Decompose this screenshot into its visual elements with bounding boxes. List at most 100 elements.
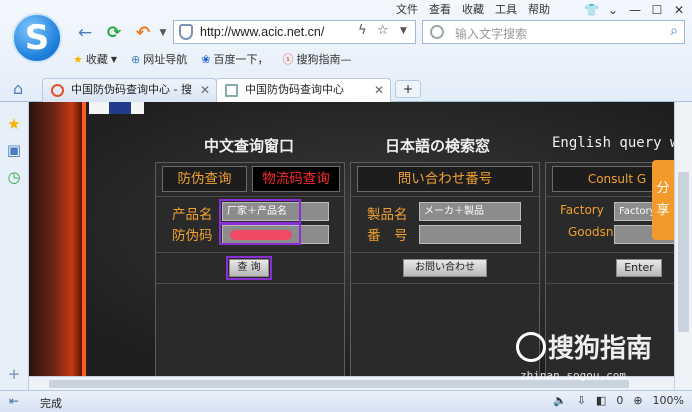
bookmark-star-icon[interactable]: ☆ (377, 23, 389, 38)
divider (546, 283, 674, 284)
bookmarks-bar: ★ 收藏 ▼ ⊕ 网址导航 ❀ 百度一下， ⓢ 搜狗指南— (73, 51, 351, 67)
address-bar[interactable]: http://www.acic.net.cn/ ϟ ☆ ▼ (173, 20, 416, 44)
bookmark-label: 收藏 (85, 53, 108, 66)
divider (351, 252, 541, 253)
watermark-url: zhinan.sogou.com (520, 369, 626, 382)
paw-icon: ❀ (201, 52, 211, 66)
jp-product-input[interactable]: メーカ＋製品 (419, 202, 521, 221)
left-sidebar: ★ ▣ ◷ + (0, 102, 29, 390)
en-enter-button[interactable]: Enter (616, 259, 662, 277)
skin-icon[interactable]: 👕 (584, 2, 599, 18)
search-box[interactable]: 输入文字搜索 ⌕ (422, 20, 685, 44)
tab-close-icon[interactable]: ✕ (374, 79, 384, 101)
window-controls: 👕 ⌄ — ☐ ✕ (584, 2, 686, 18)
undo-close-button[interactable]: ↶ (132, 22, 154, 44)
cn-label-code: 防伪码 (172, 228, 213, 244)
close-button[interactable]: ✕ (672, 2, 686, 18)
tab-label: 中国防伪码查询中心 (245, 83, 344, 96)
bookmark-label: 网址导航 (143, 53, 188, 66)
history-clock-icon[interactable]: ◷ (5, 168, 23, 186)
decorative-red-strip (29, 102, 84, 376)
address-url[interactable]: http://www.acic.net.cn/ (200, 25, 324, 39)
globe-icon: ⊕ (131, 52, 141, 66)
scroll-thumb[interactable] (678, 172, 689, 332)
menu-chevron-icon[interactable]: ⌄ (606, 2, 620, 18)
purple-highlight-box (226, 256, 272, 280)
new-tab-button[interactable]: + (395, 80, 421, 98)
tab-1[interactable]: 中国防伪码查询中心 - 搜 ✕ (42, 78, 217, 102)
cn-panel: 防伪查询 物流码查询 产品名 防伪码 厂家＋产品名 查 询 (155, 162, 346, 376)
blocked-count[interactable]: 0 (616, 394, 623, 407)
menu-bar: 文件 查看 收藏 工具 帮助 (396, 2, 550, 18)
browser-toolbar: S 文件 查看 收藏 工具 帮助 👕 ⌄ — ☐ ✕ ← ⟳ ↶ ▼ http:… (0, 0, 692, 102)
address-dropdown-icon[interactable]: ▼ (400, 26, 407, 36)
jp-panel: 問い合わせ番号 製品名 番 号 メーカ＋製品 お問い合わせ (350, 162, 541, 376)
sogou-browser-logo[interactable]: S (12, 13, 62, 63)
home-icon[interactable]: ⌂ (13, 79, 23, 98)
sidebar-add-icon[interactable]: + (5, 365, 23, 383)
purple-highlight-box (219, 223, 301, 245)
favorites-star-icon[interactable]: ★ (5, 115, 23, 133)
bookmark-label: 百度一下， (213, 53, 269, 66)
download-icon[interactable]: ⇩ (577, 394, 586, 407)
menu-help[interactable]: 帮助 (528, 2, 550, 18)
bookmark-label: 搜狗指南— (296, 53, 352, 66)
security-shield-icon (179, 24, 193, 40)
extension-icon[interactable]: ◧ (596, 394, 606, 407)
decorative-red-line (82, 102, 86, 376)
tab-2[interactable]: 中国防伪码查询中心 ✕ (216, 78, 391, 102)
maximize-button[interactable]: ☐ (650, 2, 664, 18)
share-button[interactable]: 分享 (652, 160, 674, 240)
jp-tab-inquiry[interactable]: 問い合わせ番号 (357, 166, 533, 192)
sogou-favicon-icon (51, 84, 64, 97)
divider (156, 252, 346, 253)
divider (156, 283, 346, 284)
bookmark-favorites[interactable]: ★ 收藏 ▼ (73, 51, 117, 67)
undo-dropdown-icon[interactable]: ▼ (152, 22, 174, 44)
divider (156, 196, 346, 197)
sidebar-toggle-icon[interactable]: ⇤ (9, 394, 19, 408)
lightning-icon[interactable]: ϟ (358, 23, 367, 38)
jp-label-number: 番 号 (367, 228, 408, 244)
divider (351, 196, 541, 197)
divider (546, 252, 674, 253)
chevron-down-icon: ▼ (110, 54, 118, 64)
en-label-goodsn: Goodsn (568, 225, 614, 239)
menu-file[interactable]: 文件 (396, 2, 418, 18)
jp-number-input[interactable] (419, 225, 521, 244)
zoom-level[interactable]: 100% (653, 394, 684, 407)
jp-inquiry-button[interactable]: お問い合わせ (403, 259, 487, 277)
menu-favorites[interactable]: 收藏 (462, 2, 484, 18)
bookmark-sogou-guide[interactable]: ⓢ 搜狗指南— (282, 51, 351, 67)
zoom-icon[interactable]: ⊕ (633, 394, 642, 407)
status-bar: ⇤ 完成 🔈 ⇩ ◧ 0 ⊕ 100% (0, 390, 692, 412)
bookmark-nav[interactable]: ⊕ 网址导航 (131, 51, 187, 67)
tab-label: 中国防伪码查询中心 - 搜 (71, 83, 192, 96)
vertical-scrollbar[interactable] (674, 102, 692, 390)
tab-close-icon[interactable]: ✕ (200, 79, 210, 101)
refresh-button[interactable]: ⟳ (103, 22, 125, 44)
search-icon[interactable]: ⌕ (670, 23, 678, 39)
minimize-button[interactable]: — (628, 2, 642, 18)
back-button[interactable]: ← (74, 22, 96, 44)
jp-heading: 日本語の検索窓 (385, 137, 491, 155)
menu-tools[interactable]: 工具 (495, 2, 517, 18)
tab-bar: ⌂ 中国防伪码查询中心 - 搜 ✕ 中国防伪码查询中心 ✕ + (0, 76, 692, 102)
bookmark-baidu[interactable]: ❀ 百度一下， (201, 51, 268, 67)
reading-icon[interactable]: ▣ (5, 141, 23, 159)
cn-heading: 中文查询窗口 (204, 137, 295, 155)
status-text: 完成 (40, 397, 62, 410)
cn-label-product: 产品名 (172, 207, 213, 223)
search-engine-icon[interactable] (430, 25, 444, 39)
cn-tab-anticounterfeit[interactable]: 防伪查询 (162, 166, 247, 192)
jp-label-product: 製品名 (367, 207, 408, 223)
top-banner-image (89, 102, 144, 114)
sogou-guide-watermark: 搜狗指南 (516, 328, 652, 365)
watermark-brand: 搜狗指南 (548, 334, 653, 364)
cn-tab-logistics[interactable]: 物流码查询 (252, 166, 340, 192)
purple-highlight-box (219, 199, 301, 224)
menu-view[interactable]: 查看 (429, 2, 451, 18)
divider (351, 283, 541, 284)
search-placeholder: 输入文字搜索 (455, 27, 528, 41)
volume-icon[interactable]: 🔈 (553, 394, 567, 407)
